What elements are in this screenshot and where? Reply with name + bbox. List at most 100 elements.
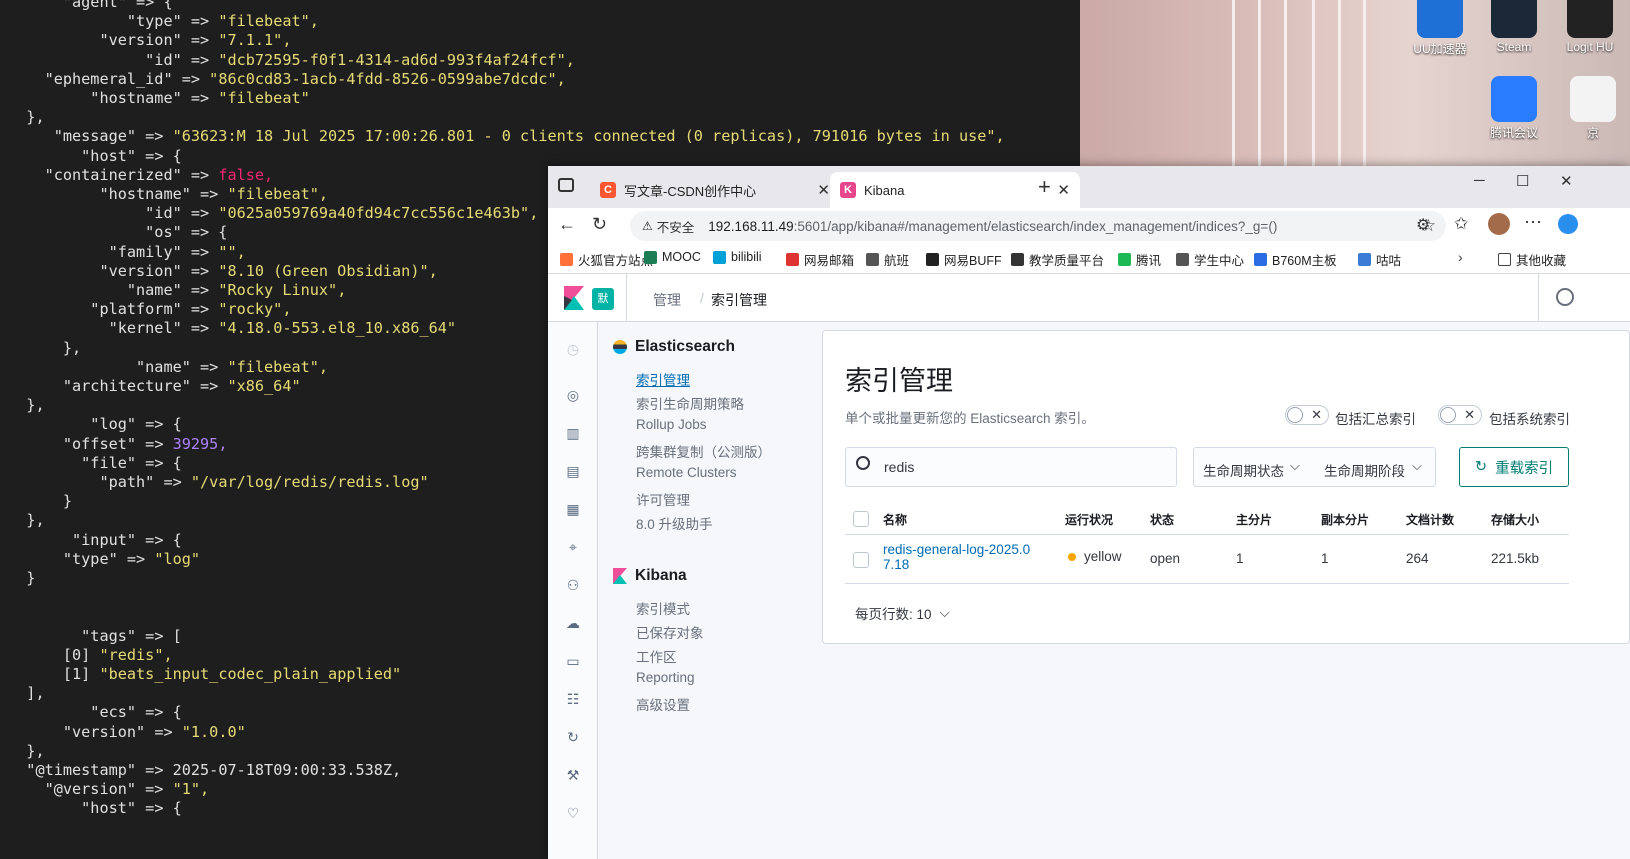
extensions-icon[interactable]: ⚙	[1416, 215, 1430, 235]
column-header[interactable]: 文档计数	[1406, 511, 1454, 528]
chevron-right-icon[interactable]: ›	[1458, 249, 1463, 265]
bookmark-item[interactable]: bilibili	[713, 250, 762, 264]
rows-per-page-button[interactable]: 每页行数: 10 ⌵	[855, 603, 950, 623]
reload-icon[interactable]: ↻	[592, 214, 607, 235]
search-input[interactable]: redis	[845, 447, 1177, 487]
filter-lifecycle-phase[interactable]: 生命周期阶段	[1324, 460, 1405, 480]
canvas-icon[interactable]: ▦	[564, 500, 582, 518]
avatar[interactable]	[1488, 213, 1510, 235]
column-header[interactable]: 运行状况	[1065, 511, 1113, 528]
bookmark-item[interactable]: MOOC	[644, 250, 701, 264]
health-value: yellow	[1084, 549, 1122, 564]
divider	[1538, 274, 1539, 322]
bookmark-item[interactable]: B760M主板	[1254, 250, 1337, 269]
line-value: "7.1.1",	[218, 31, 292, 50]
select-all-checkbox[interactable]	[853, 511, 869, 527]
menu-item-ccr[interactable]: 跨集群复制（公测版）	[636, 441, 771, 461]
ml-icon[interactable]: ⚇	[564, 576, 582, 594]
copilot-icon[interactable]	[1558, 214, 1578, 234]
bookmark-label: 网易BUFF	[944, 254, 1002, 268]
breadcrumb-management[interactable]: 管理	[653, 290, 681, 310]
menu-item-license[interactable]: 许可管理	[636, 489, 690, 509]
terminal-line: "type" => "filebeat",	[8, 11, 319, 31]
menu-item-ilm[interactable]: 索引生命周期策略	[636, 393, 744, 413]
visualize-icon[interactable]: ▥	[564, 424, 582, 442]
close-icon[interactable]: ✕	[817, 181, 830, 199]
uptime-icon[interactable]: ↻	[564, 728, 582, 746]
dashboard-icon[interactable]: ▤	[564, 462, 582, 480]
include-system-toggle[interactable]: ✕	[1438, 405, 1482, 425]
maximize-icon[interactable]: ☐	[1516, 172, 1529, 190]
url-field[interactable]: ⚠ 不安全 192.168.11.49:5601/app/kibana#/man…	[630, 211, 1446, 241]
bookmark-item[interactable]: 腾讯	[1118, 250, 1161, 269]
menu-item-index-management[interactable]: 索引管理	[636, 369, 690, 389]
filter-lifecycle-status[interactable]: 生命周期状态	[1203, 460, 1284, 480]
menu-item-reporting[interactable]: Reporting	[636, 670, 695, 685]
include-rollup-toggle[interactable]: ✕	[1285, 405, 1329, 425]
reload-indices-button[interactable]: ↻ 重载索引	[1459, 447, 1569, 487]
desktop-icon-tencent-meeting[interactable]: 腾讯会议	[1482, 76, 1546, 141]
back-icon[interactable]: ←	[558, 214, 576, 235]
close-window-icon[interactable]: ✕	[1560, 172, 1573, 190]
infrastructure-icon[interactable]: ☁	[564, 614, 582, 632]
row-checkbox[interactable]	[853, 552, 869, 568]
devtools-icon[interactable]: ⚒	[564, 766, 582, 784]
menu-item-remote-clusters[interactable]: Remote Clusters	[636, 465, 737, 480]
bookmark-item[interactable]: 航班	[866, 250, 909, 269]
column-header[interactable]: 名称	[883, 511, 907, 528]
tab-csdn[interactable]: C 写文章-CSDN创作中心 ✕	[590, 172, 840, 208]
recent-icon[interactable]: ◷	[564, 340, 582, 358]
column-header[interactable]: 副本分片	[1321, 511, 1369, 528]
discover-icon[interactable]: ◎	[564, 386, 582, 404]
monitoring-icon[interactable]: ♡	[564, 804, 582, 822]
terminal-line: "containerized" => false,	[8, 165, 274, 185]
line-key: "type"	[62, 549, 118, 568]
more-menu-icon[interactable]: ⋯	[1524, 212, 1542, 233]
bookmark-item[interactable]: 咕咕	[1358, 250, 1401, 269]
line-value: false,	[218, 165, 274, 184]
line-operator: =>	[136, 761, 173, 779]
terminal-line: "host" => {	[8, 146, 182, 166]
desktop-icon-logitech[interactable]: Logit HU	[1550, 0, 1630, 54]
security-indicator[interactable]: 不安全	[657, 217, 695, 236]
menu-item-index-patterns[interactable]: 索引模式	[636, 598, 690, 618]
menu-item-spaces[interactable]: 工作区	[636, 646, 677, 666]
bookmark-item[interactable]: 学生中心	[1176, 250, 1244, 269]
close-icon[interactable]: ✕	[1057, 181, 1070, 199]
desktop-icon-uu[interactable]: UU加速器	[1408, 0, 1472, 57]
minimize-icon[interactable]: ─	[1474, 172, 1485, 189]
menu-item-advanced-settings[interactable]: 高级设置	[636, 694, 690, 714]
bookmark-item[interactable]: 网易BUFF	[926, 250, 1002, 269]
bookmark-item[interactable]: 教学质量平台	[1011, 250, 1104, 269]
logs-icon[interactable]: ▭	[564, 652, 582, 670]
bookmark-item[interactable]: 网易邮箱	[786, 250, 854, 269]
help-icon[interactable]	[1556, 288, 1574, 306]
terminal-line: "name" => "Rocky Linux",	[8, 280, 346, 300]
apm-icon[interactable]: ☷	[564, 690, 582, 708]
space-avatar[interactable]: 默	[592, 288, 614, 310]
line-key: "ecs"	[90, 703, 137, 722]
menu-item-upgrade[interactable]: 8.0 升级助手	[636, 513, 713, 533]
line-key: }	[62, 492, 73, 511]
favorites-icon[interactable]: ✩	[1454, 214, 1468, 234]
kibana-logo-icon[interactable]	[564, 286, 584, 310]
menu-item-saved-objects[interactable]: 已保存对象	[636, 622, 704, 642]
desktop-icon-steam[interactable]: Steam	[1482, 0, 1546, 54]
bookmark-other[interactable]: 其他收藏	[1498, 250, 1566, 269]
column-header[interactable]: 主分片	[1236, 511, 1272, 528]
desktop-icon-jing[interactable]: 京	[1556, 76, 1630, 141]
reload-button-label: 重载索引	[1495, 460, 1554, 477]
column-header[interactable]: 状态	[1150, 511, 1174, 528]
tab-actions-icon[interactable]	[558, 178, 574, 192]
menu-item-rollup[interactable]: Rollup Jobs	[636, 417, 707, 432]
line-value: "86c0cd83-1acb-4fdd-8526-0599abe7dcdc",	[209, 69, 566, 88]
maps-icon[interactable]: ⌖	[564, 538, 582, 556]
column-header[interactable]: 存储大小	[1491, 511, 1539, 528]
bookmark-item[interactable]: 火狐官方站点	[560, 250, 653, 269]
index-name-link[interactable]: redis-general-log-2025.0 7.18	[883, 542, 1030, 572]
new-tab-icon[interactable]: +	[1038, 174, 1051, 200]
